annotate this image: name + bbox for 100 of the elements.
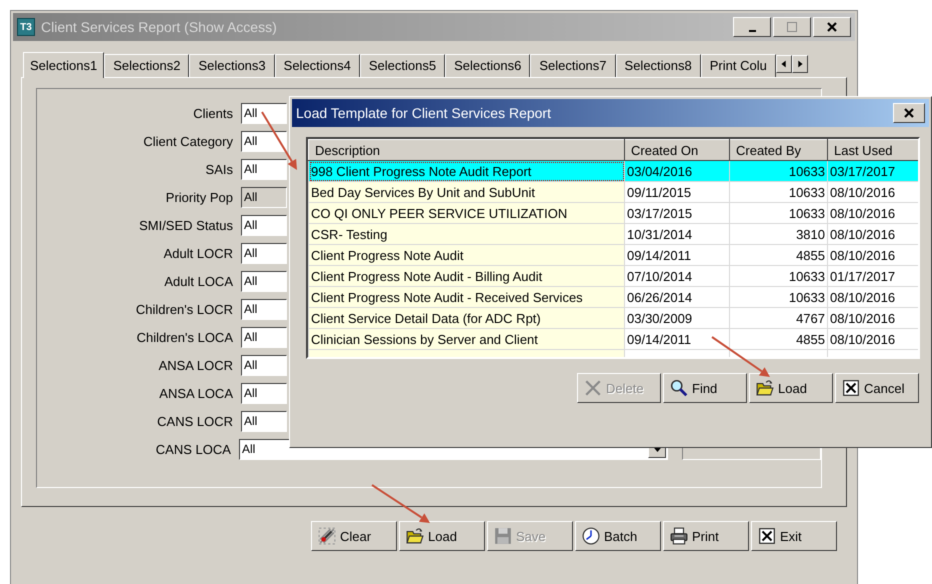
load-button[interactable]: Load (749, 373, 833, 403)
minimize-button[interactable] (733, 17, 771, 37)
tab[interactable]: Selections1 (23, 52, 104, 78)
table-cell: 03/30/2009 (624, 308, 730, 328)
field-label: Children's LOCR (134, 302, 233, 316)
dialog-title: Load Template for Client Services Report (296, 105, 552, 121)
tab[interactable]: Selections3 (189, 54, 275, 77)
table-cell: 4855 (730, 244, 828, 266)
input-field[interactable]: All (241, 214, 287, 236)
table-cell: 10633 (730, 160, 828, 182)
close-button[interactable] (813, 17, 851, 37)
field-label: CANS LOCA (154, 442, 231, 456)
scroll-right-button[interactable] (792, 55, 808, 73)
input-field[interactable]: All (241, 270, 287, 292)
input-field[interactable]: All (241, 242, 287, 264)
field-label: Priority Pop (164, 190, 233, 204)
window-title: Client Services Report (Show Access) (41, 19, 278, 35)
field-label: Adult LOCA (163, 274, 233, 288)
close-icon (758, 527, 776, 545)
input-field[interactable]: All (241, 298, 287, 320)
cancel-button[interactable]: Cancel (835, 373, 919, 403)
table-cell: Client Progress Note Audit - Received Services (308, 286, 624, 308)
clock-icon (582, 527, 600, 545)
table-row[interactable]: CSR- Testing 10/31/2014 3810 08/10/2016 (308, 224, 918, 244)
table-cell: 03/04/2016 (624, 160, 730, 182)
table-cell: 09/14/2011 (624, 328, 730, 350)
table-row[interactable]: Client Progress Note Audit - Received Services 06/26/2014 10633 08/10/2016 (308, 286, 918, 308)
field-label: Children's LOCA (136, 330, 233, 344)
tab[interactable]: Print Colu (700, 54, 776, 77)
close-icon (902, 106, 916, 120)
table-row[interactable]: Clinician Sessions by Server and Client 09/14/2011 4855 08/10/2016 (308, 328, 918, 350)
column-header[interactable]: Created By (730, 140, 828, 160)
table-cell: 03/17/2017 (828, 160, 918, 182)
open-folder-icon (406, 527, 424, 545)
maximize-button[interactable] (773, 17, 811, 37)
delete-x-icon (584, 379, 602, 397)
table-cell: 07/10/2014 (624, 266, 730, 286)
annotation-arrow (371, 484, 430, 523)
input-field[interactable]: All (241, 158, 287, 180)
field-label: Adult LOCR (162, 246, 233, 260)
table-cell: CSR- Testing (308, 224, 624, 244)
table-cell: Client Progress Note Audit (308, 244, 624, 266)
input-field[interactable]: All (241, 382, 287, 404)
table-row[interactable]: Client Progress Note Audit 09/14/2011 4855 08/10/2016 (308, 244, 918, 266)
input-field[interactable]: All (241, 326, 287, 348)
printer-icon (670, 527, 688, 545)
table-cell: 03/17/2015 (624, 202, 730, 224)
table-cell: Clinician Sessions by Server and Client (308, 328, 624, 350)
cancel-button[interactable]: Exit (751, 521, 837, 551)
table-cell: 10/31/2014 (624, 224, 730, 244)
table-cell: 10633 (730, 286, 828, 308)
field-label: ANSA LOCR (158, 358, 233, 372)
table-cell: 09/11/2015 (624, 182, 730, 202)
field-label: SMI/SED Status (138, 218, 233, 232)
table-cell: Bed Day Services By Unit and SubUnit (308, 182, 624, 202)
column-header[interactable]: Last Used (828, 140, 918, 160)
app-icon: T3 (17, 18, 35, 36)
field-label: Client Category (142, 134, 233, 148)
table-cell: 998 Client Progress Note Audit Report (308, 160, 624, 182)
table-cell: 3810 (730, 224, 828, 244)
input-field[interactable]: All (241, 354, 287, 376)
table-cell: 4855 (730, 328, 828, 350)
clear-button[interactable]: Clear (311, 521, 397, 551)
input-field[interactable]: All (241, 102, 287, 124)
print-button[interactable]: Print (663, 521, 749, 551)
table-cell: Client Progress Note Audit - Billing Audit (308, 266, 624, 286)
field-label: SAIs (204, 162, 233, 176)
scroll-left-button[interactable] (776, 55, 792, 73)
table-row[interactable]: CO QI ONLY PEER SERVICE UTILIZATION 03/17/2015 10633 08/10/2016 (308, 202, 918, 224)
table-cell: CO QI ONLY PEER SERVICE UTILIZATION (308, 202, 624, 224)
table-row[interactable]: Client Service Detail Data (for ADC Rpt) 03/30/2009 4767 08/10/2016 (308, 308, 918, 328)
tab[interactable]: Selections4 (274, 54, 360, 77)
tab[interactable]: Selections2 (104, 54, 190, 77)
search-icon (670, 379, 688, 397)
table-cell: 10633 (730, 202, 828, 224)
tab[interactable]: Selections7 (530, 54, 616, 77)
table-cell: 10633 (730, 182, 828, 202)
table-row[interactable]: Client Progress Note Audit - Billing Audit 07/10/2014 10633 01/17/2017 (308, 266, 918, 286)
clear-brush-icon (318, 527, 336, 545)
find-button[interactable]: Find (663, 373, 747, 403)
field-label: CANS LOCR (156, 414, 233, 428)
input-field[interactable]: All (241, 410, 287, 432)
tab[interactable]: Selections5 (360, 54, 446, 77)
tab[interactable]: Selections6 (445, 54, 530, 77)
open-folder-icon (756, 379, 774, 397)
batch-button[interactable]: Batch (575, 521, 661, 551)
table-cell: 10633 (730, 266, 828, 286)
table-cell: 06/26/2014 (624, 286, 730, 308)
table-cell: Client Service Detail Data (for ADC Rpt) (308, 308, 624, 328)
field-label: ANSA LOCA (158, 386, 233, 400)
close-button[interactable] (893, 103, 925, 123)
tab[interactable]: Selections8 (616, 54, 701, 77)
column-header[interactable]: Description (308, 140, 624, 160)
input-field[interactable]: All (241, 130, 287, 152)
field-label: Clients (192, 106, 233, 120)
column-header[interactable]: Created On (624, 140, 730, 160)
load-button[interactable]: Load (399, 521, 485, 551)
close-icon (825, 20, 839, 34)
table-row[interactable]: Bed Day Services By Unit and SubUnit 09/11/2015 10633 08/10/2016 (308, 182, 918, 202)
table-row[interactable]: 998 Client Progress Note Audit Report 03/04/2016 10633 03/17/2017 (308, 160, 918, 182)
